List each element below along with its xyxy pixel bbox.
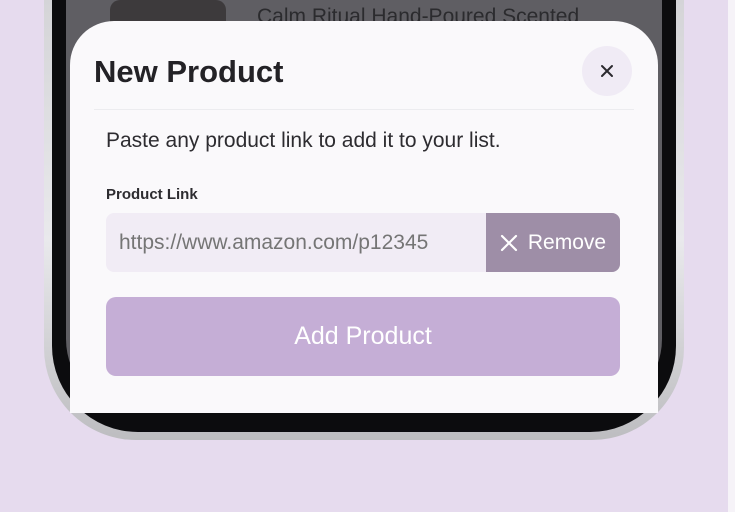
right-edge-strip: [728, 0, 735, 512]
sheet-title: New Product: [94, 54, 284, 89]
new-product-sheet: New Product Paste any product link to ad…: [70, 21, 658, 413]
remove-button[interactable]: Remove: [486, 213, 620, 272]
product-link-field: Remove: [106, 213, 620, 272]
remove-button-label: Remove: [527, 230, 607, 254]
header-divider: [94, 109, 634, 110]
product-link-input[interactable]: [106, 213, 486, 272]
close-icon: [601, 65, 613, 77]
close-button[interactable]: [582, 46, 632, 96]
close-icon: [500, 234, 517, 251]
add-product-button[interactable]: Add Product: [106, 297, 620, 376]
sheet-description: Paste any product link to add it to your…: [106, 129, 501, 152]
add-product-button-label: Add Product: [294, 322, 432, 350]
product-link-label: Product Link: [106, 186, 198, 203]
